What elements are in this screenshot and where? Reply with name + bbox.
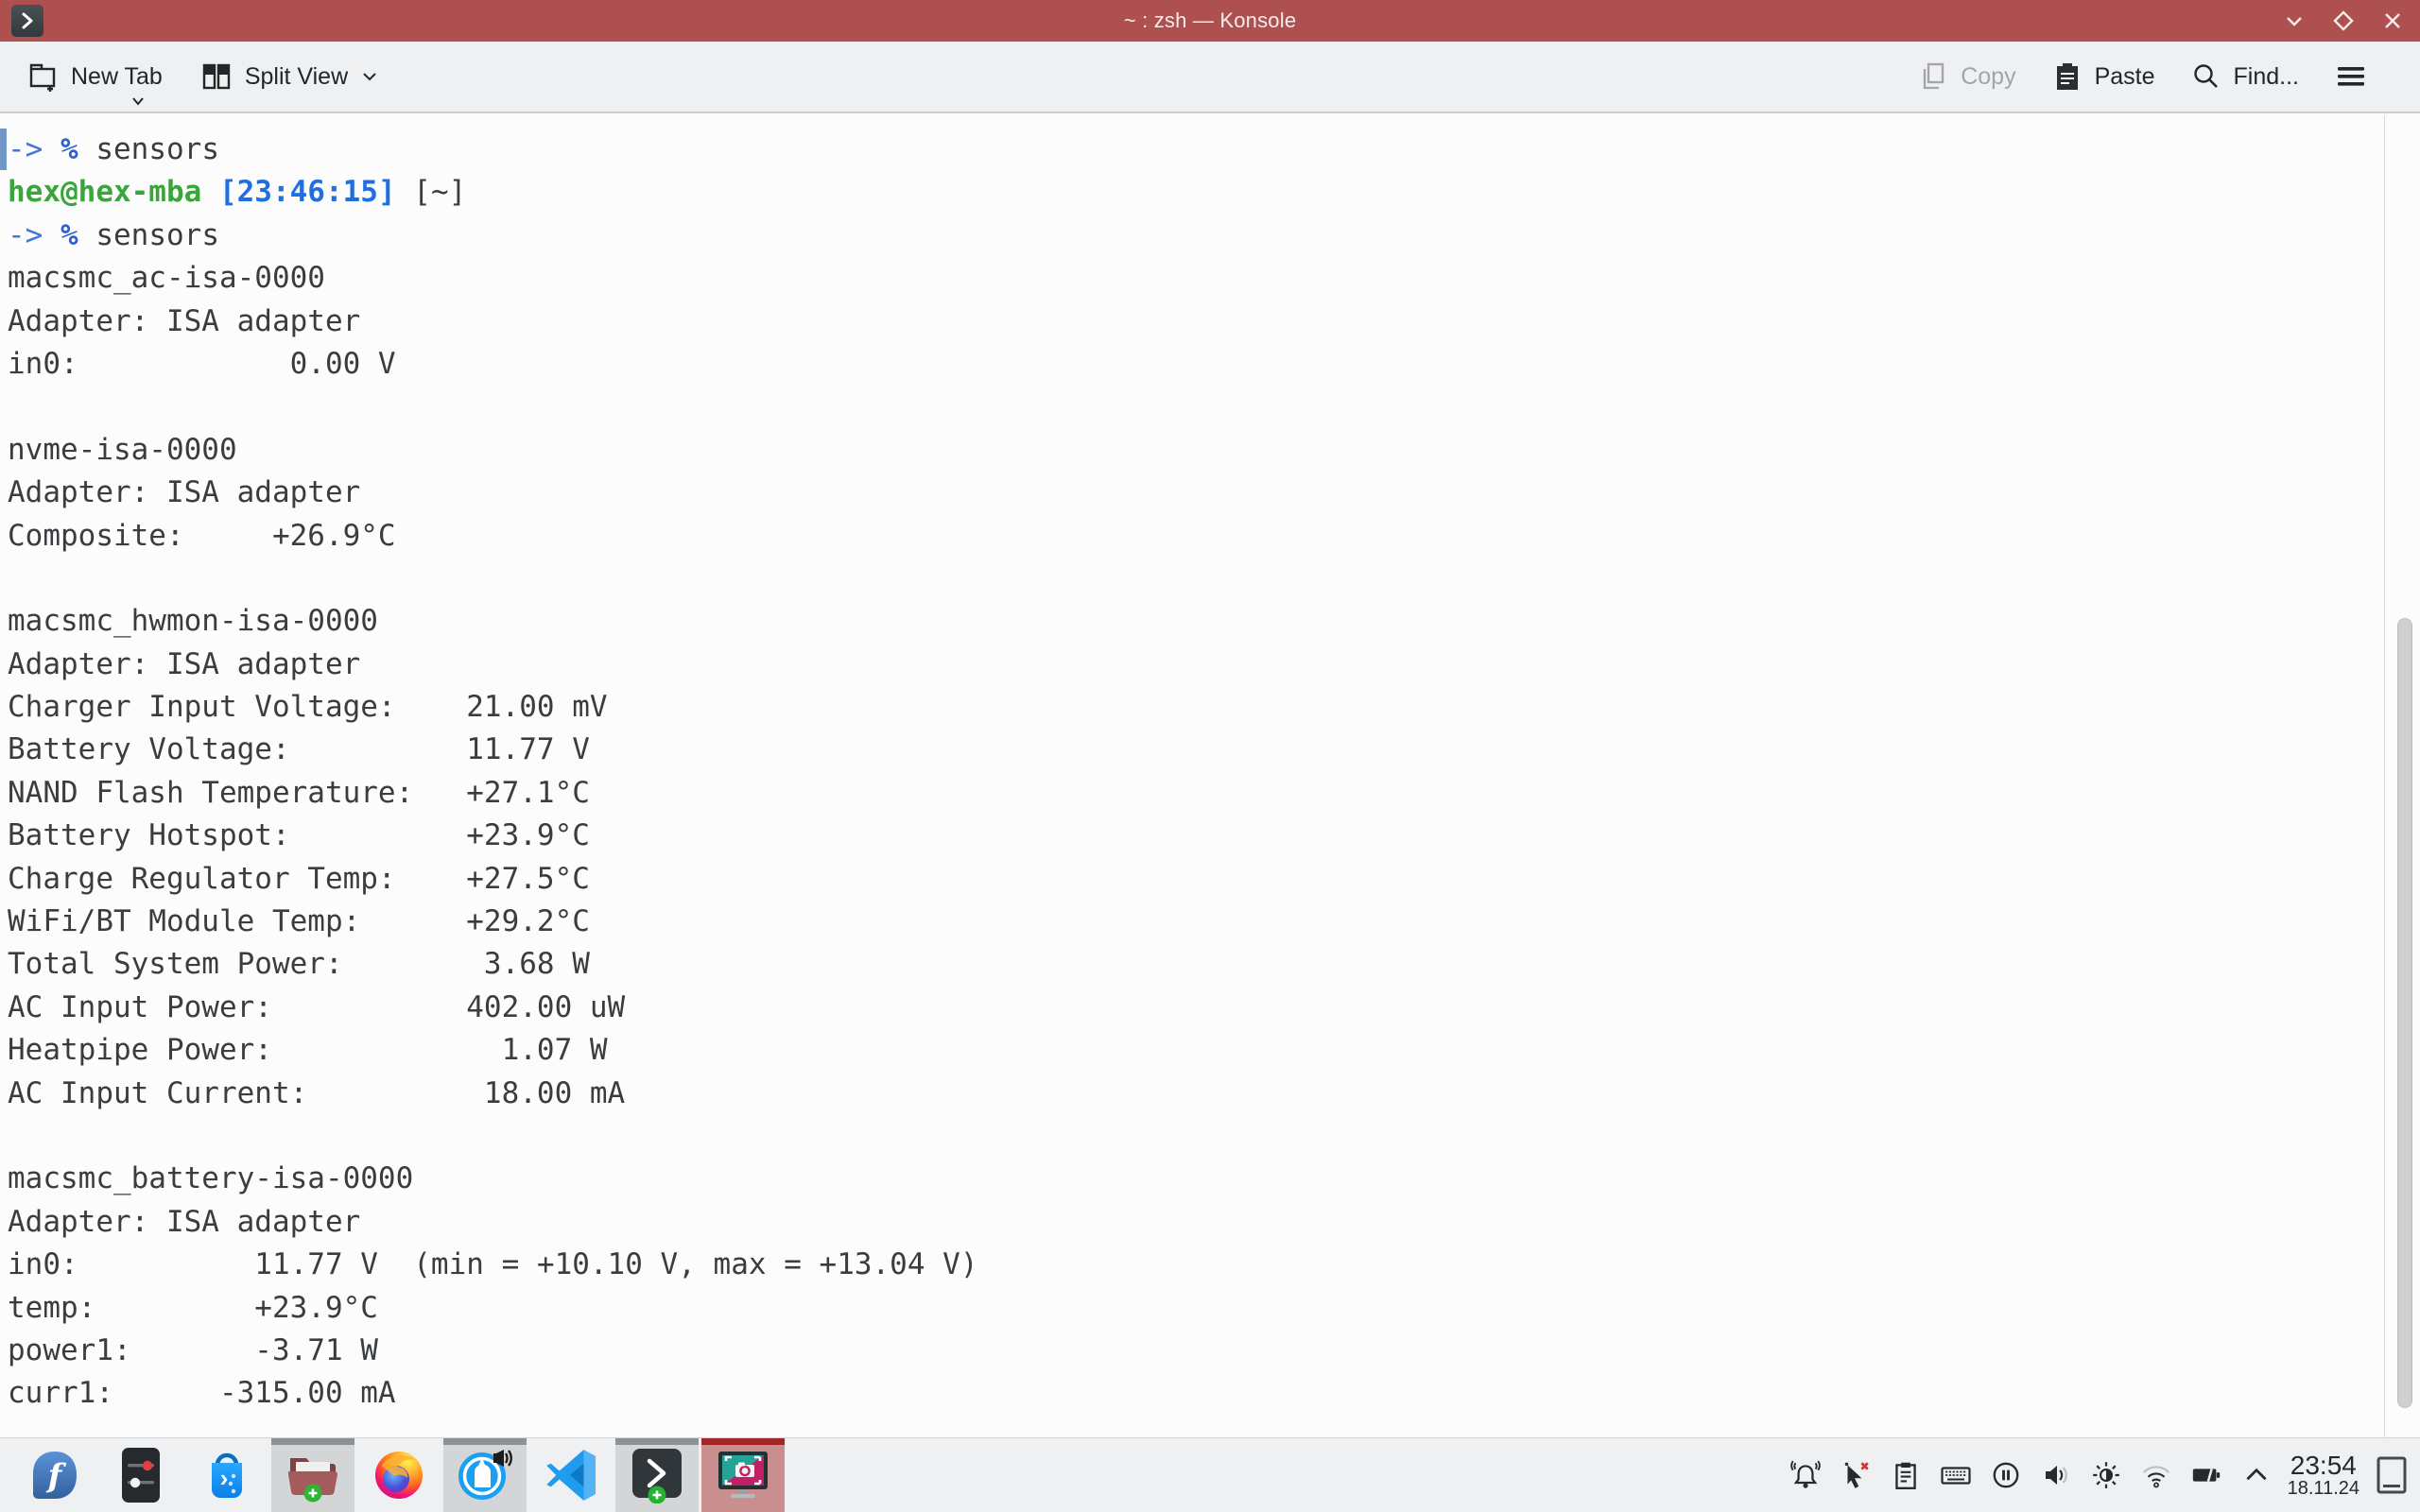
find-button[interactable]: Find...	[2191, 60, 2299, 93]
tweaks-sliders-icon	[121, 1448, 161, 1503]
split-view-chevron-icon	[360, 70, 379, 83]
shopping-bag-icon: ›	[200, 1448, 253, 1503]
maximize-button[interactable]	[2333, 10, 2354, 31]
expand-tray-caret-icon[interactable]	[2240, 1459, 2273, 1491]
scrollbar-track-divider	[2384, 115, 2385, 1437]
copy-label: Copy	[1961, 63, 2015, 91]
taskbar-item-firefox[interactable]	[357, 1438, 441, 1512]
notifications-bell-icon[interactable]	[1789, 1459, 1822, 1491]
keyboard-icon[interactable]	[1940, 1459, 1972, 1491]
copy-icon	[1918, 60, 1948, 93]
search-icon	[2191, 60, 2221, 93]
vscode-icon	[544, 1449, 597, 1502]
konsole-icon	[630, 1447, 684, 1503]
taskbar-item-software-store[interactable]: ›	[185, 1438, 268, 1512]
svg-text:›: ›	[220, 1464, 229, 1492]
new-tab-dropdown-icon[interactable]	[130, 96, 146, 106]
minimize-button[interactable]	[2284, 10, 2305, 31]
show-desktop-icon	[2376, 1455, 2408, 1495]
fedora-icon: f	[28, 1449, 81, 1502]
show-desktop-button[interactable]	[2375, 1453, 2409, 1497]
terminal-view[interactable]: -> % sensorshex@hex-mba [23:46:15] [~]->…	[0, 115, 2420, 1437]
hamburger-menu-button[interactable]	[2335, 63, 2367, 90]
toolbar: New Tab Split View	[0, 42, 2420, 113]
volume-icon[interactable]	[2040, 1459, 2072, 1491]
split-view-label: Split View	[245, 63, 348, 91]
clock-date: 18.11.24	[2288, 1479, 2360, 1499]
paste-button[interactable]: Paste	[2052, 60, 2155, 93]
wolf-audio-icon	[457, 1448, 513, 1503]
pointer-disabled-icon[interactable]	[1840, 1459, 1872, 1491]
scrollbar-thumb[interactable]	[2397, 618, 2412, 1408]
copy-button[interactable]: Copy	[1918, 60, 2015, 93]
media-paused-icon[interactable]	[1990, 1459, 2022, 1491]
hamburger-icon	[2335, 63, 2367, 90]
taskbar-item-konsole[interactable]	[615, 1438, 699, 1512]
system-tray	[1789, 1459, 2273, 1491]
taskbar-item-wolf-audio-app[interactable]	[443, 1438, 527, 1512]
firefox-icon	[372, 1449, 425, 1502]
split-view-button[interactable]: Split View	[200, 60, 379, 93]
paste-icon	[2052, 60, 2083, 93]
close-button[interactable]	[2382, 10, 2403, 31]
taskbar-item-fedora[interactable]: f	[13, 1438, 96, 1512]
spectacle-screenshot-icon	[715, 1447, 771, 1503]
taskbar-item-vscode[interactable]	[529, 1438, 613, 1512]
new-tab-icon	[26, 60, 59, 93]
battery-icon[interactable]	[2190, 1459, 2222, 1491]
clock[interactable]: 23:54 18.11.24	[2288, 1452, 2360, 1499]
scroll-position-marker	[0, 129, 7, 170]
clock-time: 23:54	[2288, 1452, 2360, 1479]
wifi-icon[interactable]	[2140, 1459, 2172, 1491]
find-label: Find...	[2234, 63, 2299, 91]
paste-label: Paste	[2095, 63, 2155, 91]
taskbar-item-file-manager[interactable]	[271, 1438, 354, 1512]
folder-icon	[285, 1448, 341, 1503]
new-tab-button[interactable]: New Tab	[26, 60, 163, 93]
new-tab-label: New Tab	[71, 63, 163, 91]
taskbar-item-tweaks[interactable]	[99, 1438, 182, 1512]
screen: ~ : zsh — Konsole New Tab	[0, 0, 2420, 1512]
titlebar[interactable]: ~ : zsh — Konsole	[0, 0, 2420, 42]
clipboard-icon[interactable]	[1890, 1459, 1922, 1491]
taskbar-item-spectacle[interactable]	[701, 1438, 785, 1512]
brightness-icon[interactable]	[2090, 1459, 2122, 1491]
taskbar-panel: f ›	[0, 1437, 2420, 1512]
split-view-icon	[200, 60, 233, 93]
window-title: ~ : zsh — Konsole	[0, 9, 2420, 33]
terminal-output[interactable]: -> % sensorshex@hex-mba [23:46:15] [~]->…	[8, 129, 978, 1416]
